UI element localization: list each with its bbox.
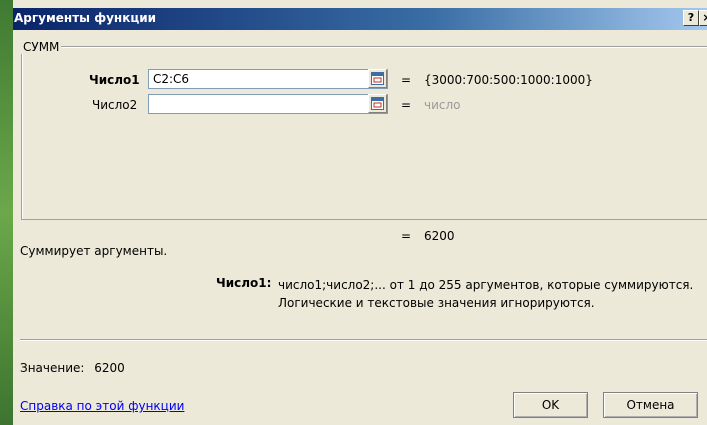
argument-description-line-1: число1;число2;... от 1 до 255 аргументов… — [278, 278, 694, 292]
argument-1-label: Число1 — [89, 73, 140, 87]
argument-1-input[interactable]: C2:C6 — [148, 69, 388, 89]
argument-description-label: Число1: — [216, 276, 272, 290]
argument-2-equals: = — [401, 98, 412, 112]
close-title-button[interactable]: × — [699, 10, 707, 26]
argument-description-text: число1;число2;... от 1 до 255 аргументов… — [278, 276, 693, 312]
separator — [20, 339, 707, 341]
function-description: Суммирует аргументы. — [20, 244, 168, 258]
value-amount: 6200 — [94, 361, 125, 375]
help-title-button[interactable]: ? — [683, 10, 699, 26]
argument-2-label: Число2 — [92, 98, 138, 112]
argument-1-result: {3000:700:500:1000:1000} — [424, 73, 593, 87]
window-title: Аргументы функции — [14, 11, 157, 25]
argument-description-line-2: Логические и текстовые значения игнориру… — [278, 296, 595, 310]
function-arguments-dialog: Аргументы функции ? × СУММ Число1 C2:C6 … — [13, 0, 707, 425]
value-label: Значение: — [20, 361, 85, 375]
argument-1-collapse-button[interactable] — [368, 69, 387, 88]
collapse-dialog-icon — [371, 72, 384, 85]
formula-result-value: 6200 — [424, 229, 455, 243]
argument-1-equals: = — [401, 73, 412, 87]
collapse-dialog-icon — [371, 97, 384, 110]
argument-2-result: число — [424, 98, 461, 112]
desktop-background — [0, 0, 14, 425]
help-link[interactable]: Справка по этой функции — [20, 399, 184, 413]
argument-2-collapse-button[interactable] — [368, 94, 387, 113]
value-line: Значение: 6200 — [20, 361, 125, 375]
argument-2-input[interactable] — [148, 94, 388, 114]
function-name-legend: СУММ — [21, 40, 62, 54]
formula-result-equals: = — [401, 229, 412, 243]
ok-button[interactable]: OK — [513, 392, 588, 418]
cancel-button[interactable]: Отмена — [603, 392, 698, 418]
title-bar[interactable]: Аргументы функции ? × — [13, 8, 707, 30]
